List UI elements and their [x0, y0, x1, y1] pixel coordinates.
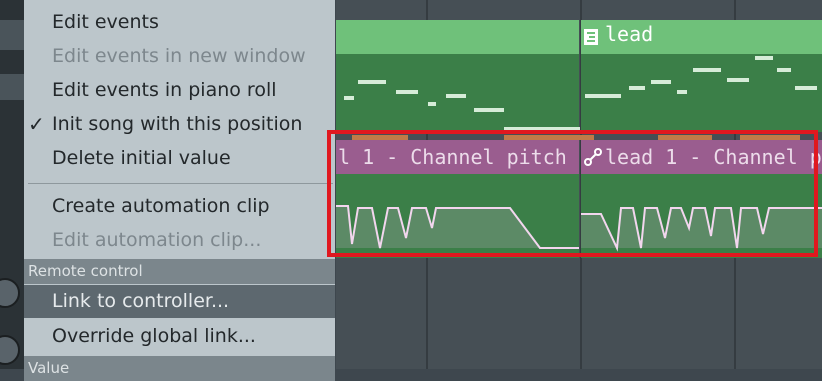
note — [585, 94, 621, 98]
note — [693, 68, 721, 72]
mixer-slot — [0, 74, 24, 100]
note — [795, 86, 817, 90]
checkmark-icon: ✓ — [28, 112, 45, 136]
note — [428, 102, 436, 106]
menu-item-init-song[interactable]: ✓ Init song with this position — [24, 108, 335, 141]
knob-icon[interactable] — [0, 335, 20, 365]
pattern-icon — [584, 29, 598, 45]
clip-label: lead — [605, 22, 654, 46]
pattern-clip-header: lead — [581, 20, 822, 54]
note — [474, 108, 504, 112]
note — [727, 78, 749, 82]
note — [344, 96, 354, 100]
menu-item-edit-events[interactable]: Edit events — [24, 6, 335, 39]
note — [677, 90, 687, 94]
menu-item-edit-events-new-window: Edit events in new window — [52, 45, 306, 67]
note — [629, 86, 645, 90]
menu-item-link-to-controller[interactable]: Link to controller... — [24, 285, 335, 318]
menu-separator — [28, 183, 333, 184]
note — [651, 80, 671, 84]
note — [777, 68, 791, 72]
pattern-clip[interactable] — [336, 20, 580, 132]
note — [755, 56, 773, 60]
section-header-remote-control: Remote control — [24, 259, 335, 284]
knob-icon[interactable] — [0, 278, 20, 308]
note — [358, 80, 386, 84]
menu-item-override-global-link[interactable]: Override global link... — [24, 320, 335, 353]
pattern-clip-header — [336, 20, 579, 54]
context-menu: Edit events Edit events in new window Ed… — [24, 0, 335, 381]
menu-item-create-automation-clip[interactable]: Create automation clip — [24, 190, 335, 223]
note — [396, 90, 418, 94]
menu-item-edit-events-piano-roll[interactable]: Edit events in piano roll — [24, 74, 335, 107]
pattern-clip-lead[interactable]: lead — [581, 20, 822, 132]
note — [446, 94, 466, 98]
menu-item-delete-initial-value[interactable]: Delete initial value — [24, 142, 335, 175]
menu-item-edit-automation-clip: Edit automation clip... — [52, 229, 262, 251]
mixer-strip — [0, 0, 24, 369]
mixer-slot — [0, 20, 24, 50]
annotation-highlight-box — [327, 130, 818, 257]
